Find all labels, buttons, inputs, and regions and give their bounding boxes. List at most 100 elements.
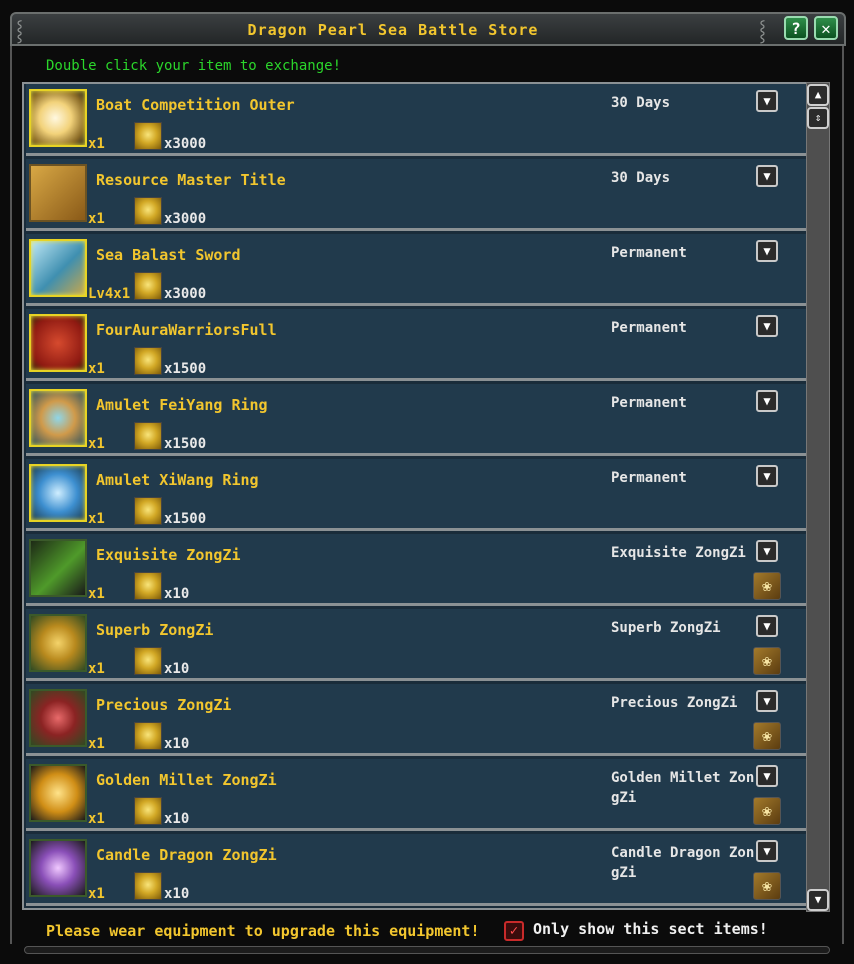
item-quantity: x1 (88, 736, 105, 752)
item-quantity: x1 (88, 361, 105, 377)
title-scroll-icon[interactable] (29, 164, 87, 222)
item-duration: Permanent (611, 470, 687, 486)
item-price: x3000 (164, 211, 207, 227)
item-duration: Permanent (611, 395, 687, 411)
sect-filter-checkbox[interactable]: ✓ (504, 921, 524, 941)
item-quantity: x1 (88, 511, 105, 527)
currency-coin-icon (134, 797, 162, 825)
sword-icon[interactable] (29, 239, 87, 297)
help-button[interactable]: ? (784, 16, 808, 40)
item-price: x1500 (164, 436, 207, 452)
close-button[interactable]: ✕ (814, 16, 838, 40)
sect-filter-label[interactable]: Only show this sect items! (533, 920, 768, 938)
item-price: x10 (164, 886, 190, 902)
item-price: x3000 (164, 136, 207, 152)
item-quantity: Lv4x1 (88, 286, 131, 302)
exchange-scroll-icon[interactable]: ❀ (753, 647, 781, 675)
item-quantity: x1 (88, 661, 105, 677)
expand-dropdown-icon[interactable]: ▼ (756, 615, 778, 637)
item-duration: Permanent (611, 320, 687, 336)
expand-dropdown-icon[interactable]: ▼ (756, 465, 778, 487)
gift-box-icon[interactable] (29, 89, 87, 147)
expand-dropdown-icon[interactable]: ▼ (756, 165, 778, 187)
window-left-border (10, 44, 12, 944)
exchange-scroll-icon[interactable]: ❀ (753, 722, 781, 750)
item-name: Candle Dragon ZongZi (96, 846, 277, 864)
exchange-scroll-icon[interactable]: ❀ (753, 797, 781, 825)
item-price: x1500 (164, 511, 207, 527)
currency-coin-icon (134, 122, 162, 150)
blue-ring-icon[interactable] (29, 464, 87, 522)
item-duration: 30 Days (611, 170, 671, 186)
item-duration: Permanent (611, 245, 687, 261)
item-price: x10 (164, 736, 190, 752)
item-name: Amulet XiWang Ring (96, 471, 259, 489)
item-price: x1500 (164, 361, 207, 377)
purple-orb-icon[interactable] (29, 839, 87, 897)
item-duration: Golden Millet ZongZi (611, 770, 755, 806)
item-name: Sea Balast Sword (96, 246, 241, 264)
title-bar[interactable]: ⸾ ⸾ Dragon Pearl Sea Battle Store ? ✕ (10, 12, 846, 46)
currency-coin-icon (134, 272, 162, 300)
expand-dropdown-icon[interactable]: ▼ (756, 240, 778, 262)
item-quantity: x1 (88, 211, 105, 227)
upgrade-message: Please wear equipment to upgrade this eq… (46, 922, 480, 940)
item-name: Precious ZongZi (96, 696, 232, 714)
gourd-icon[interactable] (29, 764, 87, 822)
exchange-scroll-icon[interactable]: ❀ (753, 872, 781, 900)
exchange-scroll-icon[interactable]: ❀ (753, 572, 781, 600)
item-row[interactable]: Resource Master Title x1 x3000 30 Days ▼ (26, 159, 806, 231)
item-name: FourAuraWarriorsFull (96, 321, 277, 339)
item-row[interactable]: Golden Millet ZongZi x1 x10 Golden Millet Z… (26, 759, 806, 831)
item-price: x10 (164, 586, 190, 602)
item-name: Amulet FeiYang Ring (96, 396, 268, 414)
expand-dropdown-icon[interactable]: ▼ (756, 90, 778, 112)
item-price: x10 (164, 661, 190, 677)
item-name: Golden Millet ZongZi (96, 771, 277, 789)
expand-dropdown-icon[interactable]: ▼ (756, 765, 778, 787)
expand-dropdown-icon[interactable]: ▼ (756, 840, 778, 862)
horizontal-scrollbar[interactable] (24, 946, 830, 954)
item-row[interactable]: Exquisite ZongZi x1 x10 Exquisite ZongZi ▼ ❀ (26, 534, 806, 606)
item-duration: Superb ZongZi (611, 620, 721, 636)
expand-dropdown-icon[interactable]: ▼ (756, 315, 778, 337)
currency-coin-icon (134, 872, 162, 900)
item-name: Superb ZongZi (96, 621, 214, 639)
golden-box-icon[interactable] (29, 614, 87, 672)
item-quantity: x1 (88, 136, 105, 152)
expand-dropdown-icon[interactable]: ▼ (756, 390, 778, 412)
currency-coin-icon (134, 197, 162, 225)
item-quantity: x1 (88, 886, 105, 902)
item-name: Boat Competition Outer (96, 96, 295, 114)
item-row[interactable]: Superb ZongZi x1 x10 Superb ZongZi ▼ ❀ (26, 609, 806, 681)
expand-dropdown-icon[interactable]: ▼ (756, 690, 778, 712)
item-row[interactable]: Amulet FeiYang Ring x1 x1500 Permanent ▼ (26, 384, 806, 456)
scroll-up-button[interactable]: ▲ (807, 84, 829, 106)
item-row[interactable]: Precious ZongZi x1 x10 Precious ZongZi ▼ ❀ (26, 684, 806, 756)
item-row[interactable]: FourAuraWarriorsFull x1 x1500 Permanent ▼ (26, 309, 806, 381)
currency-coin-icon (134, 347, 162, 375)
zongzi-leaf-icon[interactable] (29, 539, 87, 597)
exchange-hint: Double click your item to exchange! (46, 58, 342, 74)
expand-dropdown-icon[interactable]: ▼ (756, 540, 778, 562)
ring-icon[interactable] (29, 389, 87, 447)
item-quantity: x1 (88, 436, 105, 452)
window-title: Dragon Pearl Sea Battle Store (247, 21, 539, 39)
red-box-icon[interactable] (29, 689, 87, 747)
item-duration: Exquisite ZongZi (611, 545, 746, 561)
scroll-thumb[interactable]: ⇕ (807, 107, 829, 129)
item-quantity: x1 (88, 811, 105, 827)
item-price: x10 (164, 811, 190, 827)
item-duration: Candle Dragon ZongZi (611, 845, 755, 881)
item-row[interactable]: Sea Balast Sword Lv4x1 x3000 Permanent ▼ (26, 234, 806, 306)
item-list[interactable]: Boat Competition Outer x1 x3000 30 Days ▼ Res… (22, 82, 808, 910)
window-right-border (842, 44, 844, 944)
red-book-icon[interactable] (29, 314, 87, 372)
item-row[interactable]: Amulet XiWang Ring x1 x1500 Permanent ▼ (26, 459, 806, 531)
currency-coin-icon (134, 497, 162, 525)
item-row[interactable]: Candle Dragon ZongZi x1 x10 Candle Dragon Z… (26, 834, 806, 906)
scroll-down-button[interactable]: ▼ (807, 889, 829, 911)
item-row[interactable]: Boat Competition Outer x1 x3000 30 Days ▼ (26, 84, 806, 156)
vertical-scrollbar[interactable]: ▲ ⇕ ▼ (806, 82, 830, 912)
currency-coin-icon (134, 722, 162, 750)
